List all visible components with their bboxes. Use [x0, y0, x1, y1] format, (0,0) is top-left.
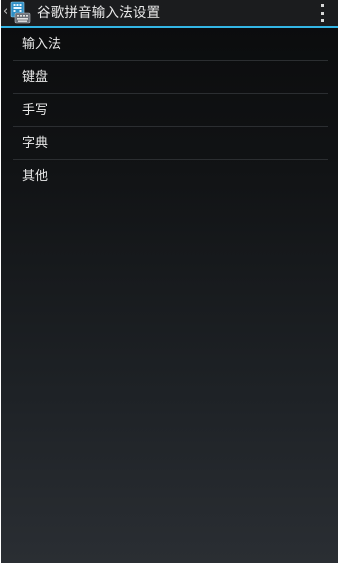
overflow-dot	[320, 19, 324, 22]
settings-item-label: 键盘	[22, 70, 49, 85]
settings-item-label: 其他	[22, 169, 49, 184]
settings-list: 输入法 键盘 手写 字典 其他	[1, 28, 338, 193]
overflow-dot	[320, 4, 324, 7]
settings-item-keyboard[interactable]: 键盘	[1, 61, 338, 94]
page-title: 谷歌拼音输入法设置	[37, 5, 161, 21]
settings-item-input-method[interactable]: 输入法	[1, 28, 338, 61]
chevron-left-icon[interactable]: ‹	[3, 4, 9, 20]
overflow-menu-icon[interactable]	[318, 4, 326, 22]
overflow-dot	[320, 11, 324, 15]
settings-item-label: 输入法	[22, 37, 62, 52]
settings-item-label: 字典	[22, 136, 49, 151]
settings-item-handwriting[interactable]: 手写	[1, 94, 338, 127]
settings-screen: ‹ 谷歌拼音输入法设置 输入法 键盘 手写 字典 其他	[1, 0, 338, 563]
keyboard-icon[interactable]	[10, 1, 32, 25]
settings-item-other[interactable]: 其他	[1, 160, 338, 193]
action-bar: ‹ 谷歌拼音输入法设置	[1, 0, 338, 28]
settings-item-label: 手写	[22, 103, 49, 118]
settings-item-dictionary[interactable]: 字典	[1, 127, 338, 160]
